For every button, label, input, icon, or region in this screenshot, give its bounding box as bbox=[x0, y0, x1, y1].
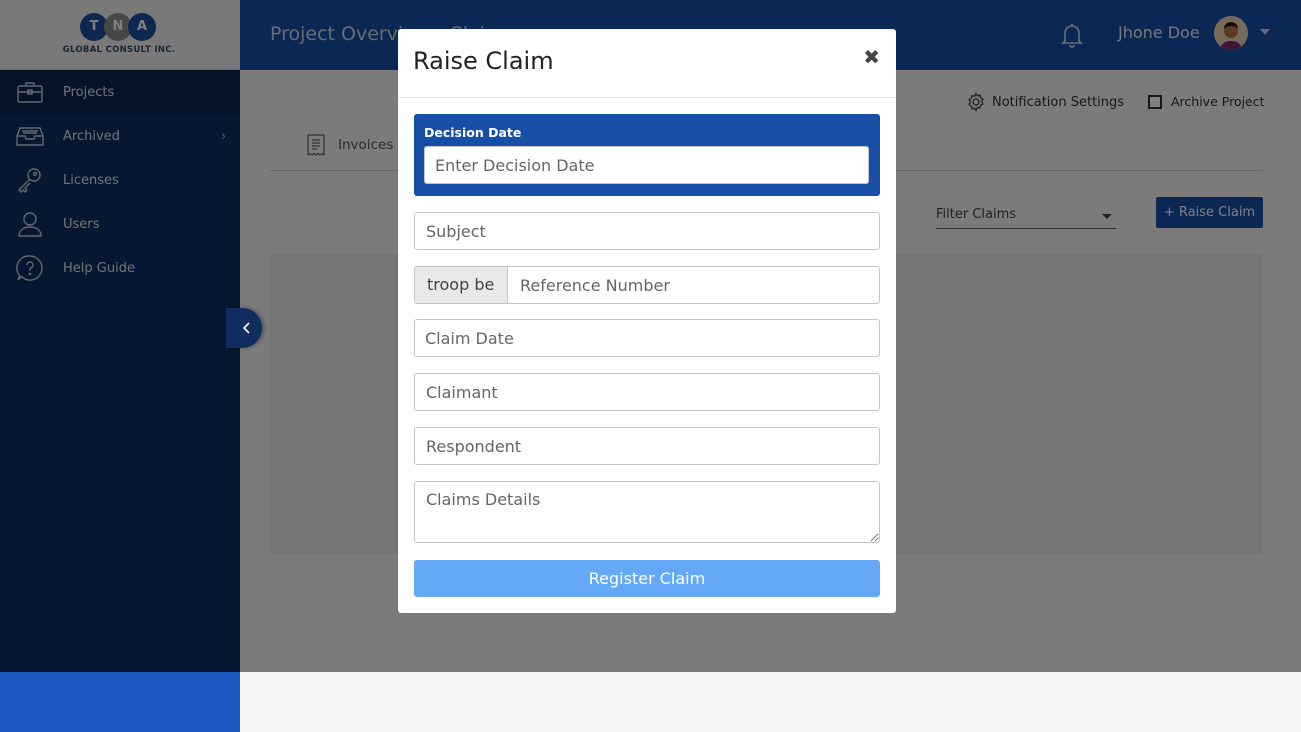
raise-claim-modal: Raise Claim ✖ Decision Date troop be Reg… bbox=[398, 29, 896, 613]
respondent-input[interactable] bbox=[414, 427, 880, 465]
reference-prefix: troop be bbox=[414, 266, 507, 304]
modal-header: Raise Claim ✖ bbox=[398, 29, 896, 98]
claims-details-textarea[interactable] bbox=[414, 481, 880, 543]
modal-title: Raise Claim bbox=[413, 47, 554, 75]
close-icon[interactable]: ✖ bbox=[863, 45, 880, 69]
register-claim-button[interactable]: Register Claim bbox=[414, 560, 880, 597]
reference-number-group: troop be bbox=[414, 266, 880, 304]
sidebar-collapse-button[interactable] bbox=[226, 308, 262, 348]
subject-input[interactable] bbox=[414, 212, 880, 250]
decision-date-input[interactable] bbox=[424, 146, 869, 184]
decision-date-label: Decision Date bbox=[424, 125, 522, 140]
sidebar-footer bbox=[0, 672, 240, 732]
claim-date-input[interactable] bbox=[414, 319, 880, 357]
footer bbox=[240, 672, 1293, 732]
claimant-input[interactable] bbox=[414, 373, 880, 411]
chevron-left-icon bbox=[242, 322, 250, 334]
reference-number-input[interactable] bbox=[507, 266, 880, 304]
decision-date-section: Decision Date bbox=[414, 114, 880, 196]
